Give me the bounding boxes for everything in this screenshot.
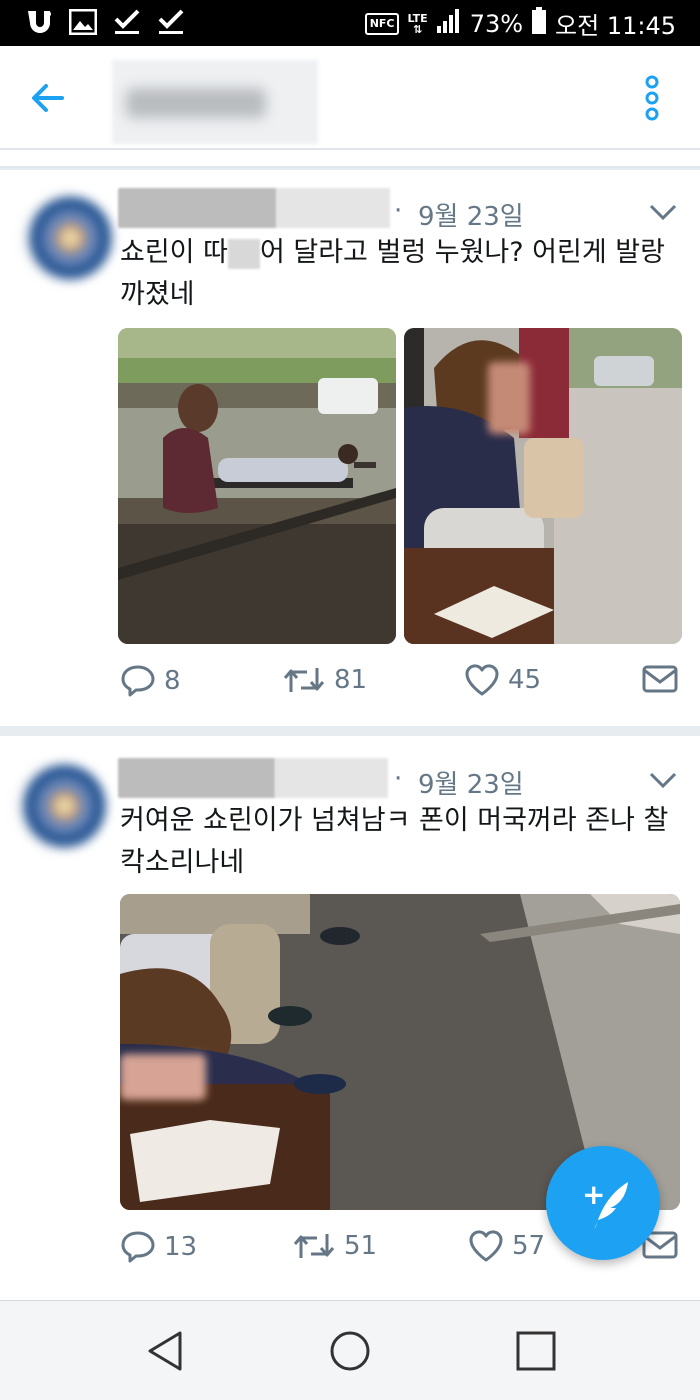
like-count: 45 [508, 665, 542, 695]
nfc-icon: NFC [364, 12, 400, 35]
tweet[interactable]: · 9월 23일 쇼린이 따어 달라고 벌렁 누웠나? 어린게 발랑 까졌네 8… [0, 170, 700, 726]
top-app-bar [0, 46, 700, 150]
clock: 오전 11:45 [555, 12, 676, 40]
checkmark-icon [156, 8, 186, 36]
tweet-text: 쇼린이 따어 달라고 벌렁 누웠나? 어린게 발랑 까졌네 [120, 232, 680, 316]
tweet-photo[interactable] [118, 328, 396, 644]
redaction [227, 238, 260, 269]
tweet-actions: 8 81 45 [0, 664, 700, 708]
retweet-icon [283, 668, 325, 692]
separator: · [394, 196, 403, 226]
status-bar: NFC LTE ⇅ 73% 오전 11:45 [0, 0, 700, 46]
direct-message-button[interactable] [642, 664, 678, 694]
reply-button[interactable]: 13 [120, 1230, 197, 1264]
system-nav-bar [0, 1300, 700, 1400]
battery-icon [531, 6, 547, 41]
tweet-text-part: 쇼린이 따 [120, 237, 228, 268]
like-button[interactable]: 45 [464, 664, 541, 696]
more-vertical-icon[interactable] [640, 74, 664, 122]
heart-icon [465, 664, 499, 696]
carrier-u-icon [24, 8, 54, 36]
like-button[interactable]: 57 [468, 1230, 545, 1262]
back-arrow-icon[interactable] [26, 76, 70, 120]
avatar[interactable] [20, 192, 112, 284]
signal-icon [436, 8, 462, 40]
timeline-gap [0, 150, 700, 168]
chevron-down-icon[interactable] [648, 202, 678, 222]
photo-scene-boy-reading [404, 328, 682, 644]
tweet-photo[interactable] [404, 328, 682, 644]
retweet-count: 81 [334, 665, 368, 695]
retweet-button[interactable]: 81 [282, 664, 367, 696]
reply-count: 13 [164, 1232, 198, 1262]
tweet-divider [0, 726, 700, 736]
svg-text:+: + [582, 1178, 605, 1211]
compose-tweet-button[interactable]: + [546, 1146, 660, 1260]
lte-icon: LTE ⇅ [407, 11, 428, 36]
checkmark-icon [112, 8, 142, 36]
compose-tweet-icon: + [582, 1178, 628, 1230]
photo-scene-bench-woman [118, 328, 396, 644]
reply-button[interactable]: 8 [120, 664, 181, 698]
chevron-down-icon[interactable] [648, 770, 678, 790]
nav-home-icon[interactable] [328, 1329, 372, 1373]
tweet-text: 커여운 쇼린이가 넘쳐남ㅋ 폰이 머국꺼라 존나 찰칵소리나네 [120, 805, 669, 878]
tweet-date[interactable]: 9월 23일 [418, 196, 524, 233]
separator: · [394, 764, 403, 794]
envelope-icon [642, 665, 678, 693]
retweet-count: 51 [344, 1231, 378, 1261]
tweet-date[interactable]: 9월 23일 [418, 764, 524, 801]
reply-icon [121, 665, 155, 697]
like-count: 57 [512, 1231, 546, 1261]
blurred-profile-title [112, 60, 318, 144]
avatar[interactable] [14, 760, 106, 852]
reply-icon [121, 1231, 155, 1263]
blurred-user-name[interactable] [118, 188, 390, 228]
battery-percent: 73% [469, 9, 524, 38]
blurred-user-name[interactable] [118, 758, 388, 798]
blurred-face [488, 362, 530, 434]
blurred-face [120, 1054, 206, 1100]
reply-count: 8 [164, 666, 181, 696]
heart-icon [469, 1230, 503, 1262]
retweet-icon [293, 1234, 335, 1258]
lte-label: LTE [407, 11, 428, 25]
gallery-icon [68, 8, 98, 36]
nav-back-icon[interactable] [144, 1329, 188, 1373]
retweet-button[interactable]: 51 [292, 1230, 377, 1262]
nav-recents-icon[interactable] [514, 1329, 558, 1373]
